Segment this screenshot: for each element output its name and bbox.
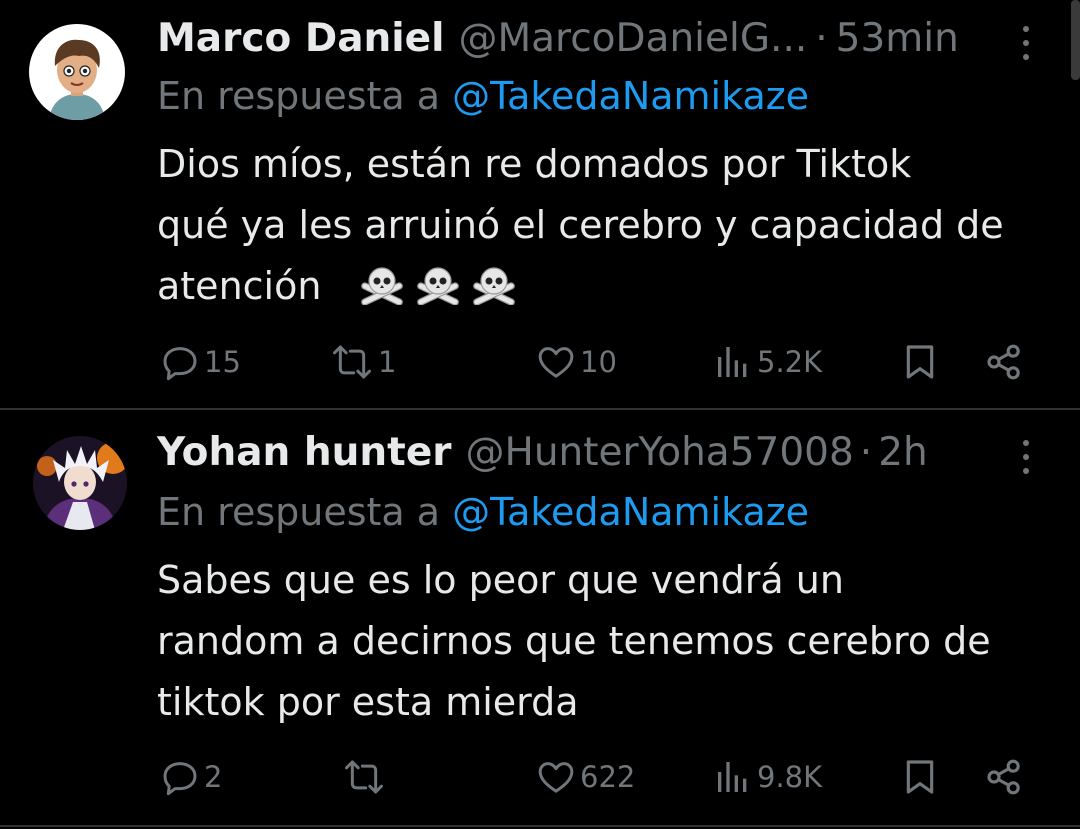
author-name[interactable]: Marco Daniel xyxy=(157,16,445,61)
tweet-divider xyxy=(0,825,1080,827)
tweet-text-line: tiktok por esta mierda xyxy=(157,680,579,724)
reply-count: 2 xyxy=(204,760,223,794)
tweet-text-line: qué ya les arruinó el cerebro y capacida… xyxy=(157,203,1004,247)
author-handle[interactable]: @HunterYoha57008 xyxy=(466,430,854,475)
repost-count: 1 xyxy=(378,345,397,379)
scrollbar[interactable] xyxy=(1071,0,1080,80)
skull-crossbones-emoji xyxy=(472,267,515,305)
separator-dot: · xyxy=(815,15,828,61)
tweet[interactable]: Yohan hunter @HunterYoha57008 · 2h En re… xyxy=(0,410,1080,829)
repost-button[interactable] xyxy=(342,755,390,799)
author-handle[interactable]: @MarcoDanielG... xyxy=(459,16,808,61)
views-button[interactable]: 9.8K xyxy=(713,755,822,799)
skull-crossbones-emoji xyxy=(360,267,403,305)
reply-prefix: En respuesta a xyxy=(157,490,441,534)
more-vertical-icon[interactable] xyxy=(1021,440,1031,474)
like-button[interactable]: 622 xyxy=(536,755,635,799)
reply-mention-link[interactable]: @TakedaNamikaze xyxy=(452,490,809,534)
bookmark-button[interactable] xyxy=(900,755,940,799)
bar-chart-icon xyxy=(718,347,747,377)
heart-icon xyxy=(538,762,574,793)
like-count: 622 xyxy=(580,760,636,794)
repost-arrows-icon xyxy=(333,345,371,379)
more-vertical-icon[interactable] xyxy=(1021,26,1031,60)
repost-button[interactable]: 1 xyxy=(330,340,396,384)
skull-crossbones-emoji xyxy=(416,267,459,305)
tweet-header: Marco Daniel @MarcoDanielG... · 53min xyxy=(157,13,959,63)
reply-count: 15 xyxy=(204,345,241,379)
heart-icon xyxy=(538,347,574,378)
avatar[interactable] xyxy=(29,24,125,120)
reply-prefix: En respuesta a xyxy=(157,74,441,118)
action-bar: 2 622 9.8K xyxy=(160,755,1040,799)
reply-context: En respuesta a @TakedaNamikaze xyxy=(157,490,809,534)
tweet[interactable]: Marco Daniel @MarcoDanielG... · 53min En… xyxy=(0,0,1080,410)
tweet-text-line-with-emoji: atención xyxy=(157,256,1062,317)
views-button[interactable]: 5.2K xyxy=(713,340,822,384)
tweet-text-line: random a decirnos que tenemos cerebro de xyxy=(157,619,991,663)
timestamp[interactable]: 53min xyxy=(836,16,959,61)
author-name[interactable]: Yohan hunter xyxy=(157,430,452,475)
view-count: 9.8K xyxy=(757,760,823,794)
timestamp[interactable]: 2h xyxy=(878,430,928,475)
reply-context: En respuesta a @TakedaNamikaze xyxy=(157,74,809,118)
bookmark-button[interactable] xyxy=(900,340,940,384)
share-icon xyxy=(987,344,1020,380)
like-button[interactable]: 10 xyxy=(536,340,617,384)
tweet-header: Yohan hunter @HunterYoha57008 · 2h xyxy=(157,427,928,477)
action-bar: 15 1 10 5.2K xyxy=(160,340,1040,384)
share-button[interactable] xyxy=(984,755,1024,799)
bar-chart-icon xyxy=(718,762,747,792)
avatar[interactable] xyxy=(33,436,127,530)
tweet-text: Sabes que es lo peor que vendrá un rando… xyxy=(157,550,1062,733)
tweet-text: Dios míos, están re domados por Tiktok q… xyxy=(157,134,1062,317)
view-count: 5.2K xyxy=(757,345,823,379)
reply-mention-link[interactable]: @TakedaNamikaze xyxy=(452,74,809,118)
speech-bubble-icon xyxy=(163,347,197,381)
separator-dot: · xyxy=(859,429,873,475)
tweet-text-line: Sabes que es lo peor que vendrá un xyxy=(157,558,844,602)
bookmark-icon xyxy=(906,760,934,794)
share-icon xyxy=(987,759,1020,795)
reply-button[interactable]: 2 xyxy=(160,755,222,799)
speech-bubble-icon xyxy=(163,762,197,796)
like-count: 10 xyxy=(580,345,617,379)
reply-button[interactable]: 15 xyxy=(160,340,241,384)
tweet-text-line: Dios míos, están re domados por Tiktok xyxy=(157,142,912,186)
repost-arrows-icon xyxy=(345,760,383,794)
share-button[interactable] xyxy=(984,340,1024,384)
bookmark-icon xyxy=(906,345,934,379)
